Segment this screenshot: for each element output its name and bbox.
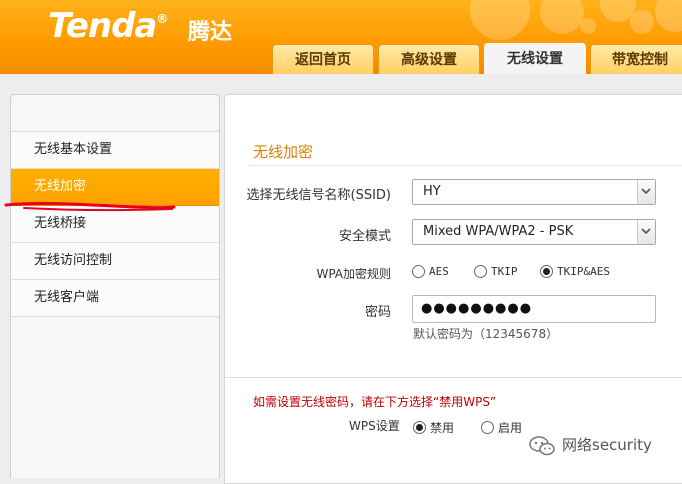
decor-bokeh (655, 0, 682, 32)
wps-disable-label: 禁用 (430, 421, 455, 435)
ssid-value: HY (423, 184, 441, 199)
brand-logo: Tenda® (48, 6, 168, 46)
wechat-icon (529, 435, 555, 455)
top-header: Tenda® 腾达 返回首页 高级设置 无线设置 带宽控制 (0, 0, 682, 74)
sidebar-item-wireless-clients[interactable]: 无线客户端 (11, 280, 219, 317)
sidebar: 无线基本设置 无线加密 无线桥接 无线访问控制 无线客户端 (10, 94, 220, 478)
wpa-tkip-aes-label: TKIP&AES (557, 265, 610, 278)
logo-text: Tenda (48, 6, 157, 46)
wpa-tkip-label: TKIP (491, 265, 518, 278)
decor-bokeh (470, 0, 530, 40)
decor-bokeh (540, 0, 584, 34)
wpa-tkip-radio[interactable]: TKIP (474, 264, 518, 279)
tab-wireless[interactable]: 无线设置 (484, 43, 586, 74)
logo-registered: ® (156, 12, 168, 26)
wpa-rule-label: WPA加密规则 (316, 267, 391, 281)
decor-bokeh (580, 18, 596, 34)
password-input[interactable]: ●●●●●●●●● (412, 295, 656, 323)
radio-circle-icon (412, 264, 425, 278)
wps-enable-label: 启用 (498, 421, 523, 435)
content-panel: 无线加密 选择无线信号名称(SSID) HY 安全模式 Mixed WPA/WP… (224, 94, 682, 484)
decor-bokeh (630, 10, 654, 34)
wpa-aes-radio[interactable]: AES (412, 264, 449, 279)
security-mode-select[interactable]: Mixed WPA/WPA2 - PSK (412, 219, 656, 245)
security-mode-value: Mixed WPA/WPA2 - PSK (423, 224, 574, 239)
ssid-select[interactable]: HY (412, 179, 656, 205)
wpa-aes-label: AES (429, 265, 449, 278)
radio-circle-icon (481, 421, 494, 434)
watermark: 网络security (528, 434, 652, 457)
wpa-tkip-aes-radio[interactable]: TKIP&AES (540, 264, 610, 279)
default-password-hint: 默认密码为（12345678） (413, 327, 559, 341)
sidebar-item-access-control[interactable]: 无线访问控制 (11, 243, 219, 280)
wps-label: WPS设置 (349, 419, 400, 433)
title-divider (249, 165, 682, 166)
wps-notice: 如需设置无线密码，请在下方选择“禁用WPS” (253, 395, 497, 409)
ssid-label: 选择无线信号名称(SSID) (246, 188, 392, 203)
radio-selected-icon (540, 264, 553, 278)
radio-circle-icon (474, 264, 487, 278)
section-divider (225, 377, 682, 378)
tab-bandwidth[interactable]: 带宽控制 (590, 44, 682, 74)
chevron-down-icon[interactable] (637, 180, 655, 204)
sidebar-header (11, 95, 219, 132)
wpa-rule-radio-group: AES TKIP TKIP&AES (412, 264, 662, 281)
password-label: 密码 (364, 305, 391, 320)
sidebar-item-wireless-basic[interactable]: 无线基本设置 (11, 132, 219, 169)
chevron-down-icon[interactable] (637, 220, 655, 244)
tab-advanced[interactable]: 高级设置 (378, 44, 480, 74)
security-mode-label: 安全模式 (338, 229, 391, 244)
sidebar-item-wireless-encryption[interactable]: 无线加密 (11, 169, 219, 206)
logo-chinese: 腾达 (188, 20, 233, 45)
wps-enable-radio[interactable]: 启用 (481, 419, 522, 436)
radio-selected-icon (413, 421, 426, 434)
sidebar-item-wireless-bridge[interactable]: 无线桥接 (11, 206, 219, 243)
tab-home[interactable]: 返回首页 (272, 44, 374, 74)
wps-disable-radio[interactable]: 禁用 (413, 419, 454, 436)
watermark-text: 网络security (562, 436, 652, 454)
section-title: 无线加密 (253, 143, 314, 161)
